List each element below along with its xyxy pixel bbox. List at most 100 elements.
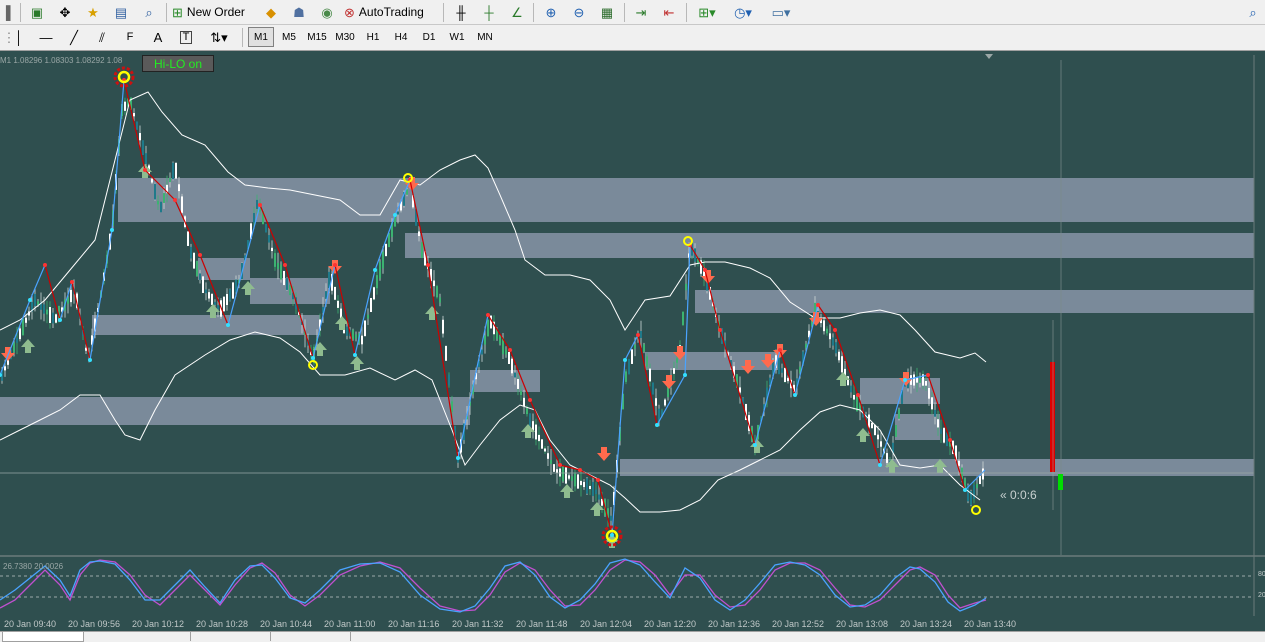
candle-body: [634, 344, 636, 349]
time-axis-label: 20 Jan 12:04: [580, 619, 633, 629]
candle-body: [958, 460, 960, 466]
candle-body: [355, 334, 357, 339]
candle-body: [172, 162, 174, 180]
market-icon[interactable]: ◉: [316, 2, 338, 22]
zigzag-point: [28, 298, 32, 302]
favorites-icon[interactable]: ★: [82, 2, 104, 22]
zigzag-point: [718, 328, 722, 332]
tile-windows-icon[interactable]: ▦: [596, 2, 618, 22]
trendline-icon[interactable]: ╱: [64, 27, 84, 47]
zigzag-point: [456, 456, 460, 460]
candle-body: [52, 312, 54, 324]
new-order-button[interactable]: ⊞ New Order: [172, 2, 254, 22]
candle-body: [352, 329, 354, 340]
candle-body: [685, 283, 687, 291]
timeframe-h1[interactable]: H1: [360, 27, 386, 47]
candle-body: [838, 351, 840, 361]
zone-rect: [118, 178, 1254, 222]
candle-body: [508, 351, 510, 365]
navigator-icon[interactable]: ▤: [110, 2, 132, 22]
auto-scroll-icon[interactable]: ⇥: [630, 2, 652, 22]
hilo-toggle-button[interactable]: Hi-LO on: [142, 55, 214, 72]
candle-body: [133, 113, 135, 117]
candle-body: [223, 296, 225, 312]
candle-body: [136, 121, 138, 130]
arrows-dropdown[interactable]: ⇅▾: [204, 27, 234, 47]
new-order-label: New Order: [186, 5, 245, 19]
label-tool[interactable]: T: [176, 27, 196, 47]
fibonacci-icon[interactable]: F: [120, 27, 140, 47]
candle-body: [370, 297, 372, 313]
search-icon[interactable]: ⌕: [1243, 2, 1263, 22]
zigzag-point: [703, 268, 707, 272]
candle-body: [382, 251, 384, 269]
price-chart[interactable]: [0, 51, 1265, 631]
candlestick-icon[interactable]: ┼: [478, 2, 500, 22]
equidistant-channel-icon[interactable]: ⫽: [92, 27, 112, 47]
candle-body: [511, 358, 513, 374]
timeframe-d1[interactable]: D1: [416, 27, 442, 47]
text-tool[interactable]: A: [148, 27, 168, 47]
timeframe-m30[interactable]: M30: [332, 27, 358, 47]
zigzag-point: [610, 533, 614, 537]
horizontal-line-icon[interactable]: —: [36, 27, 56, 47]
candle-body: [598, 494, 600, 500]
metaeditor-icon[interactable]: ◆: [260, 2, 282, 22]
candle-body: [433, 280, 435, 287]
zoom-out-icon[interactable]: ⊖: [568, 2, 590, 22]
strategy-tester-icon[interactable]: ⌕: [138, 2, 160, 22]
timeframe-m15[interactable]: M15: [304, 27, 330, 47]
candle-body: [364, 320, 366, 337]
candle-body: [271, 247, 273, 252]
zone-rect: [695, 290, 1254, 313]
stoch-level-label: 80: [1258, 571, 1265, 578]
zigzag-point: [88, 358, 92, 362]
zigzag-point: [816, 303, 820, 307]
chart-tab[interactable]: [110, 632, 191, 641]
candle-body: [442, 319, 444, 334]
timeframe-m5[interactable]: M5: [276, 27, 302, 47]
candle-body: [784, 367, 786, 383]
timeframe-m1[interactable]: M1: [248, 27, 274, 47]
candle-body: [640, 331, 642, 338]
timeframe-h4[interactable]: H4: [388, 27, 414, 47]
candle-body: [652, 382, 654, 395]
signals-icon[interactable]: ☗: [288, 2, 310, 22]
candle-body: [445, 345, 447, 361]
candle-body: [49, 307, 51, 323]
candle-body: [580, 480, 582, 486]
chart-tab[interactable]: [270, 632, 351, 641]
zigzag-point: [311, 356, 315, 360]
candle-body: [583, 481, 585, 488]
candle-body: [550, 460, 552, 464]
candle-body: [265, 223, 267, 233]
candle-body: [436, 286, 438, 298]
zoom-in-icon[interactable]: ⊕: [540, 2, 562, 22]
candle-body: [499, 336, 501, 344]
candle-body: [919, 377, 921, 383]
candle-body: [562, 466, 564, 482]
line-chart-icon[interactable]: ∠: [506, 2, 528, 22]
timeframe-w1[interactable]: W1: [444, 27, 470, 47]
zigzag-point: [198, 253, 202, 257]
candle-body: [169, 177, 171, 183]
chart-shift-icon[interactable]: ⇤: [658, 2, 680, 22]
vertical-line-icon[interactable]: │: [12, 27, 26, 47]
candle-body: [385, 243, 387, 257]
crosshair-move-icon[interactable]: ✥: [54, 2, 76, 22]
zigzag-point: [283, 263, 287, 267]
timeframe-mn[interactable]: MN: [472, 27, 498, 47]
autotrading-button[interactable]: ⊗ AutoTrading: [344, 2, 436, 22]
zigzag-point: [110, 228, 114, 232]
bar-chart-icon[interactable]: ╫: [450, 2, 472, 22]
candle-body: [19, 328, 21, 340]
templates-dropdown[interactable]: ▭▾: [764, 2, 798, 22]
periods-dropdown[interactable]: ◷▾: [728, 2, 758, 22]
chart-tab[interactable]: [190, 632, 271, 641]
candle-body: [154, 183, 156, 200]
indicators-dropdown[interactable]: ⊞▾: [692, 2, 722, 22]
candle-body: [4, 366, 6, 371]
zigzag-point: [655, 423, 659, 427]
candle-body: [25, 317, 27, 323]
new-chart-icon[interactable]: ▣: [26, 2, 48, 22]
